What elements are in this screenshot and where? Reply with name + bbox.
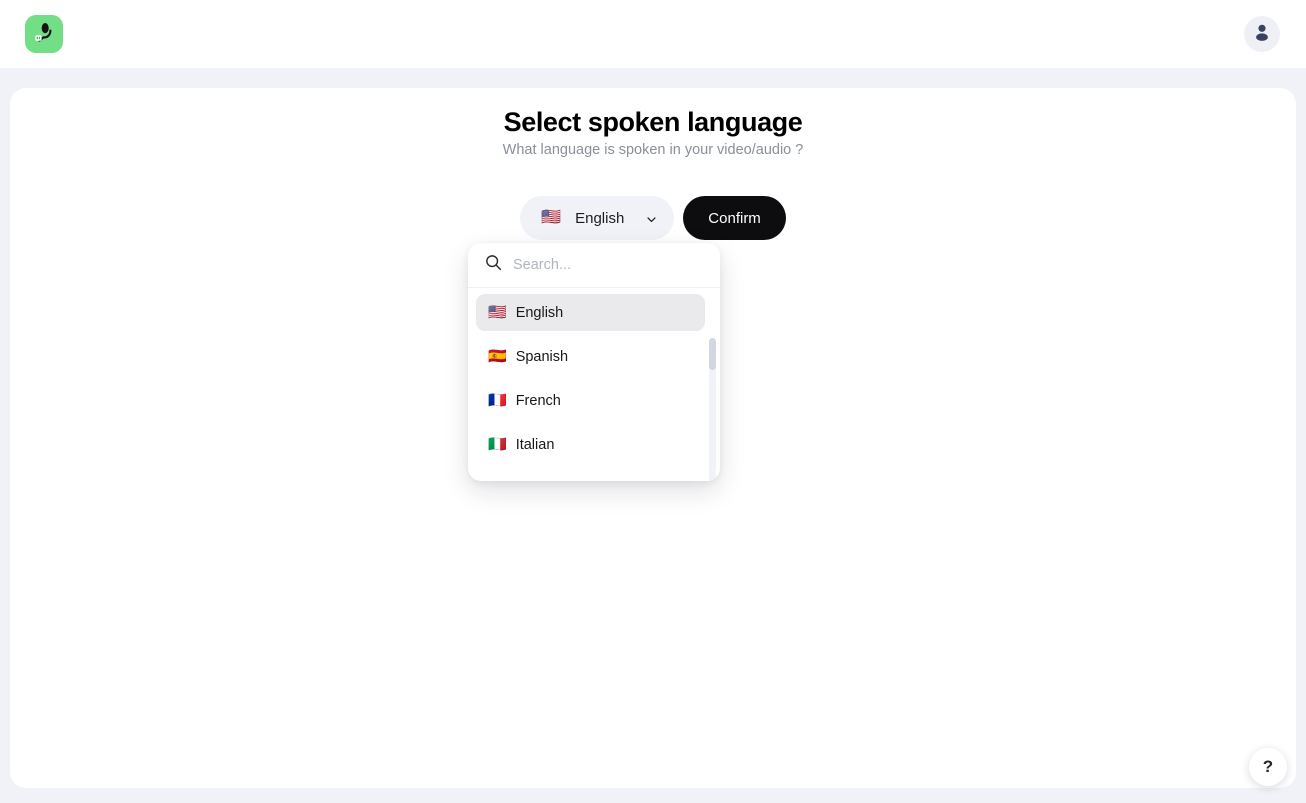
- language-option-italian[interactable]: 🇮🇹 Italian: [476, 426, 705, 463]
- flag-icon: 🇺🇸: [488, 304, 507, 321]
- language-option-list: 🇺🇸 English 🇪🇸 Spanish 🇫🇷 French 🇮🇹 Italian: [468, 288, 720, 480]
- language-dropdown: 🇺🇸 English 🇪🇸 Spanish 🇫🇷 French 🇮🇹 Italian: [468, 243, 720, 481]
- search-input[interactable]: [513, 243, 704, 287]
- chevron-down-icon: [646, 213, 657, 224]
- language-option-label: Italian: [515, 436, 555, 453]
- search-row: [468, 243, 720, 288]
- language-option-french[interactable]: 🇫🇷 French: [476, 382, 705, 419]
- top-bar: [0, 0, 1306, 68]
- language-option-label: Spanish: [515, 348, 569, 365]
- page-title: Select spoken language: [503, 107, 803, 137]
- page-subtitle: What language is spoken in your video/au…: [502, 142, 804, 158]
- language-selector-button[interactable]: 🇺🇸 English: [520, 196, 675, 240]
- language-option-english[interactable]: 🇺🇸 English: [476, 294, 705, 331]
- app-logo[interactable]: [25, 15, 63, 53]
- user-avatar-icon: [1251, 21, 1273, 48]
- help-button[interactable]: ?: [1249, 748, 1287, 786]
- language-option-label: English: [515, 304, 564, 321]
- flag-icon: 🇮🇹: [488, 436, 507, 453]
- selector-row: 🇺🇸 English Confirm: [10, 196, 1296, 240]
- language-selector-label: English: [575, 209, 625, 227]
- search-icon: [484, 253, 503, 277]
- confirm-button[interactable]: Confirm: [683, 196, 786, 240]
- flag-icon: 🇪🇸: [488, 348, 507, 365]
- avatar[interactable]: [1244, 16, 1280, 52]
- language-option-spanish[interactable]: 🇪🇸 Spanish: [476, 338, 705, 375]
- flag-icon: 🇺🇸: [541, 209, 562, 226]
- microphone-icon: [32, 20, 56, 49]
- flag-icon: 🇫🇷: [488, 392, 507, 409]
- language-option-label: French: [515, 392, 561, 409]
- dropdown-scrollbar-thumb[interactable]: [709, 338, 716, 370]
